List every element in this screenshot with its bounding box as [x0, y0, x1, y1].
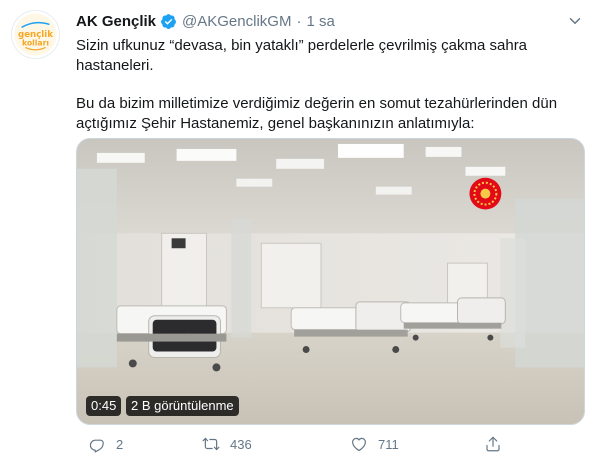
reply-button[interactable]: 2 — [88, 433, 123, 455]
reply-icon — [89, 439, 104, 453]
more-options-chevron-icon[interactable] — [566, 12, 584, 30]
tweet-text-paragraph-1: Sizin ufkunuz “devasa, bin yataklı” perd… — [76, 37, 528, 74]
view-count-badge: 2 B görüntülenme — [126, 396, 239, 416]
svg-text:kolları: kolları — [22, 39, 49, 48]
retweet-count: 436 — [230, 436, 252, 452]
display-name[interactable]: AK Gençlik — [76, 13, 156, 30]
retweet-button[interactable]: 436 — [202, 433, 252, 455]
timestamp[interactable]: 1 sa — [306, 13, 334, 30]
tweet-header: AK Gençlik @AKGenclikGM · 1 sa — [76, 11, 335, 31]
tweet[interactable]: gençlik kolları AK Gençlik @AKGenclikGM … — [0, 0, 593, 460]
like-button[interactable]: 711 — [350, 433, 399, 455]
separator-dot: · — [296, 12, 302, 30]
share-button[interactable] — [484, 433, 512, 455]
video-duration-badge: 0:45 — [86, 396, 122, 416]
like-count: 711 — [378, 436, 399, 452]
tweet-actions: 2 436 711 — [76, 433, 576, 455]
retweet-icon — [202, 437, 220, 451]
avatar[interactable]: gençlik kolları — [11, 10, 60, 59]
reply-count: 2 — [116, 436, 124, 452]
hospital-ward-video-frame: stryker — [77, 139, 584, 424]
verified-badge-icon — [160, 13, 177, 30]
user-handle[interactable]: @AKGenclikGM — [182, 13, 291, 30]
presidential-emblem-icon — [469, 177, 502, 210]
akparti-genclik-logo: gençlik kolları — [12, 11, 59, 58]
tweet-text-paragraph-2: Bu da bizim milletimize verdiğimiz değer… — [76, 95, 558, 132]
video-player[interactable]: stryker — [76, 138, 585, 425]
heart-icon — [352, 437, 366, 451]
share-icon — [486, 436, 500, 452]
